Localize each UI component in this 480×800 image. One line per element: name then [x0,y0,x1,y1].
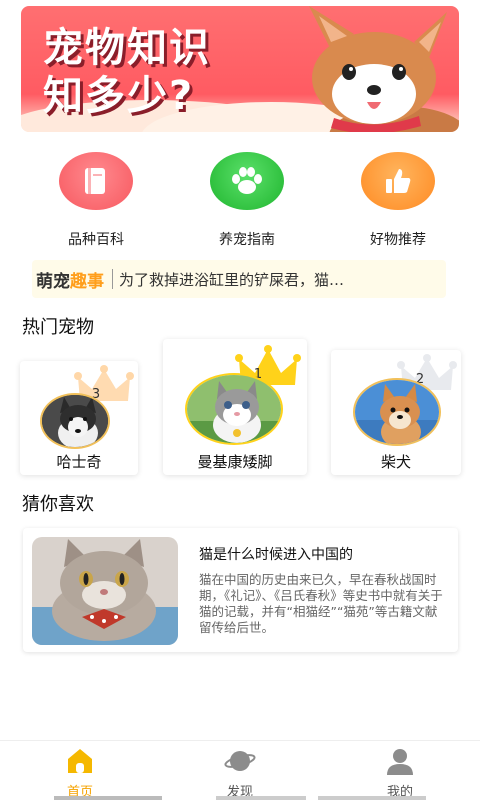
pet-card-husky[interactable]: 3 哈士奇 [20,361,138,475]
article-card[interactable]: 猫是什么时候进入中国的 猫在中国的历史由来已久，早在春秋战国时期，《礼记》、《吕… [23,528,458,652]
category-icon-circle [59,152,133,210]
article-thumbnail [32,537,178,645]
nav-indicator [54,796,162,800]
article-description: 猫在中国的历史由来已久，早在春秋战国时期，《礼记》、《吕氏春秋》等史书中就有关于… [199,572,443,635]
user-icon [387,749,413,775]
guess-title: 猜你喜欢 [22,490,118,516]
pet-photo [40,393,110,449]
pet-name: 柴犬 [380,453,411,471]
bottom-navigation: 首页 发现 我的 [0,740,480,800]
nav-indicator [216,796,306,800]
nav-discover[interactable]: 发现 [200,747,280,800]
planet-icon [224,751,256,771]
hot-pets-title: 热门宠物 [22,313,118,339]
nav-home[interactable]: 首页 [40,747,120,800]
dog-illustration [309,6,459,132]
banner-title: 宠物知识 知多少? [43,24,211,120]
category-label: 好物推荐 [370,232,426,248]
banner-title-line1: 宠物知识 [43,25,211,71]
category-recommended-goods[interactable]: 好物推荐 [343,152,453,249]
news-ticker[interactable]: 萌宠 趣事 为了救掉进浴缸里的铲屎君，猫… [32,260,446,298]
news-tag-part1: 萌宠 [36,271,70,292]
pet-photo [185,373,283,445]
category-label: 品种百科 [68,232,124,248]
category-icon-circle [210,152,284,210]
category-icon-circle [361,152,435,210]
nav-indicator [318,796,426,800]
article-title: 猫是什么时候进入中国的 [199,547,353,563]
news-text: 为了救掉进浴缸里的铲屎君，猫… [119,270,345,289]
pet-card-munchkin[interactable]: 1 曼基康矮脚 [163,339,307,475]
hero-banner[interactable]: 宠物知识 知多少? [21,6,459,132]
pet-photo [353,378,441,446]
news-tag-part2: 趣事 [70,271,104,292]
category-breed-encyclopedia[interactable]: 品种百科 [41,152,151,249]
paw-icon [232,167,262,194]
category-pet-guide[interactable]: 养宠指南 [192,152,302,249]
thumbs-up-icon [386,169,411,193]
banner-title-line2: 知多少? [43,73,195,119]
pet-name: 哈士奇 [56,453,102,471]
pet-name: 曼基康矮脚 [197,453,273,471]
home-icon [68,749,92,773]
nav-profile[interactable]: 我的 [360,747,440,800]
news-divider [112,269,113,289]
category-label: 养宠指南 [219,232,275,248]
pet-card-shiba[interactable]: 2 柴犬 [331,350,461,475]
book-icon [85,168,105,194]
